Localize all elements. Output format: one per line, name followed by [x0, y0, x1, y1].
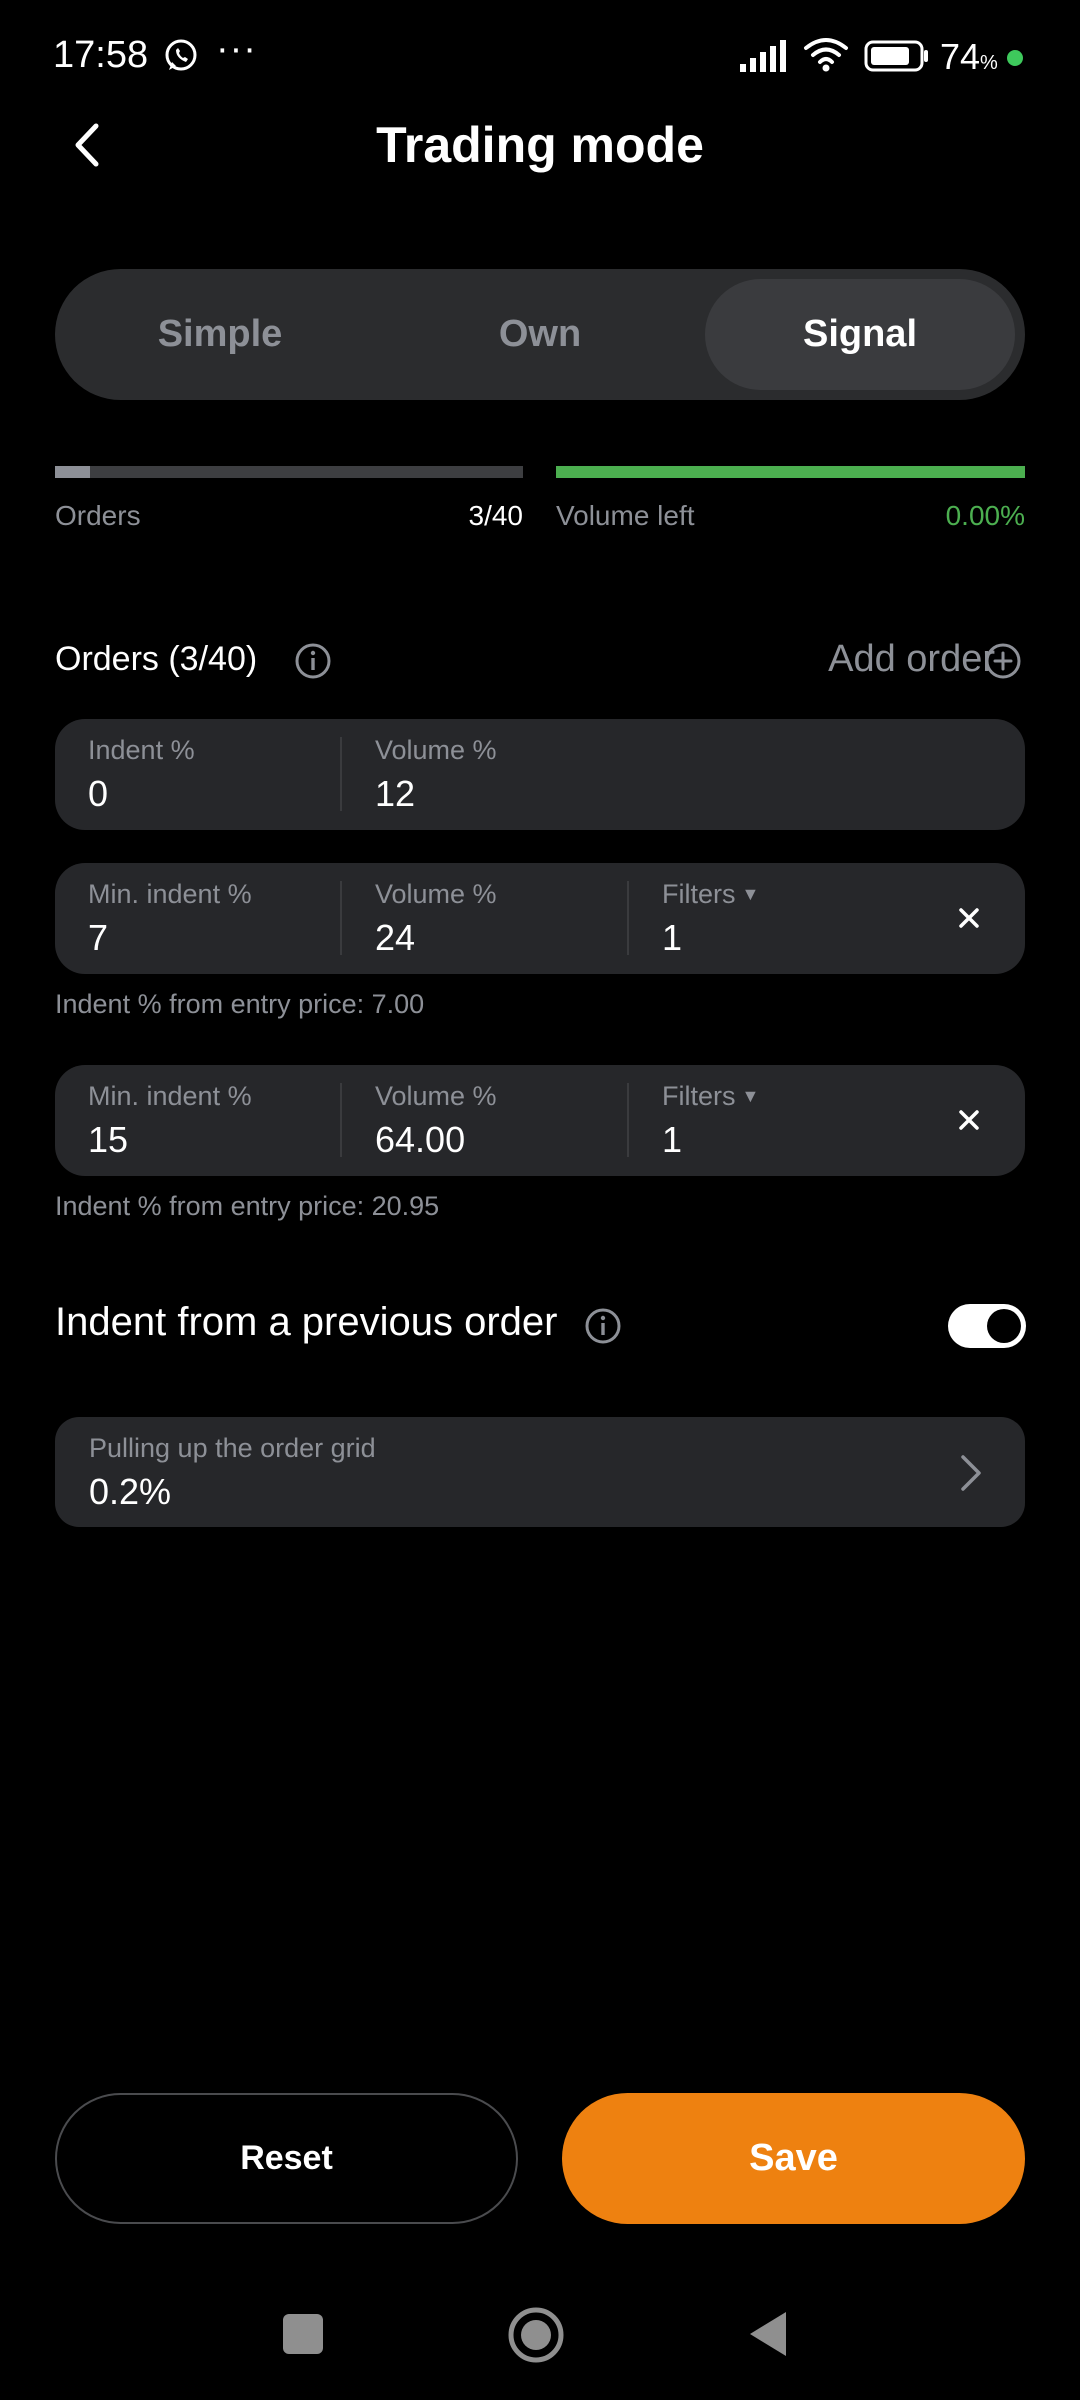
close-icon[interactable]	[955, 904, 983, 932]
info-icon[interactable]	[584, 1307, 622, 1345]
signal-icon	[740, 40, 786, 72]
trading-mode-tabs: Simple Own Signal	[55, 269, 1025, 400]
field-value: 64.00	[375, 1119, 466, 1160]
chevron-right-icon	[961, 1455, 981, 1491]
field-divider	[340, 881, 342, 955]
indent-hint: Indent % from entry price: 20.95	[55, 1191, 440, 1221]
field-label: Indent %	[88, 735, 195, 765]
field-label: Filters ▼	[662, 1081, 760, 1111]
orders-progress-bar	[55, 466, 523, 478]
indent-field[interactable]: Indent % 0	[88, 719, 338, 830]
back-nav-button[interactable]	[748, 2310, 788, 2358]
orders-progress-value: 3/40	[468, 500, 524, 531]
field-divider	[627, 1083, 629, 1157]
plus-circle-icon[interactable]	[984, 642, 1022, 680]
pull-order-grid-row[interactable]: Pulling up the order grid 0.2%	[55, 1417, 1025, 1527]
info-icon[interactable]	[294, 642, 332, 680]
reset-button[interactable]: Reset	[55, 2093, 518, 2224]
indent-previous-order-toggle[interactable]	[948, 1304, 1026, 1348]
privacy-indicator-dot	[1007, 50, 1023, 66]
field-label: Volume %	[375, 879, 497, 909]
filters-dropdown[interactable]: Filters ▼ 1	[662, 1065, 882, 1176]
field-divider	[340, 737, 342, 811]
field-value: 12	[375, 773, 416, 814]
battery-percentage: 74%	[940, 36, 998, 77]
volume-field[interactable]: Volume % 12	[375, 719, 625, 830]
status-bar: 17:58 ··· 74%	[0, 0, 1080, 110]
tab-signal[interactable]: Signal	[705, 279, 1015, 390]
min-indent-field[interactable]: Min. indent % 7	[88, 863, 338, 974]
field-label: Min. indent %	[88, 1081, 252, 1111]
battery-icon	[864, 40, 928, 72]
field-value: 1	[662, 1119, 683, 1160]
volume-progress-fill	[556, 466, 1025, 478]
field-value: 15	[88, 1119, 129, 1160]
field-label: Filters ▼	[662, 879, 760, 909]
volume-progress-bar	[556, 466, 1025, 478]
field-label: Volume %	[375, 735, 497, 765]
filters-dropdown[interactable]: Filters ▼ 1	[662, 863, 882, 974]
add-order-label: Add order	[828, 638, 995, 680]
volume-progress-value: 0.00%	[945, 500, 1025, 531]
field-value: 1	[662, 917, 683, 958]
volume-field[interactable]: Volume % 24	[375, 863, 625, 974]
order-card: Min. indent % 15 Volume % 64.00 Filters ▼…	[55, 1065, 1025, 1176]
field-value: 0	[88, 773, 109, 814]
recent-apps-button[interactable]	[283, 2314, 323, 2354]
field-divider	[627, 881, 629, 955]
pull-grid-value: 0.2%	[89, 1471, 172, 1512]
orders-progress-label: Orders	[55, 500, 141, 531]
tab-own[interactable]: Own	[385, 279, 695, 390]
pull-grid-label: Pulling up the order grid	[89, 1433, 376, 1463]
orders-progress-fill	[55, 466, 91, 478]
caret-down-icon: ▼	[741, 884, 760, 904]
order-card: Indent % 0 Volume % 12	[55, 719, 1025, 830]
field-value: 24	[375, 917, 416, 958]
indent-previous-order-label: Indent from a previous order	[55, 1300, 558, 1344]
more-notifications-icon: ···	[216, 28, 257, 70]
volume-field[interactable]: Volume % 64.00	[375, 1065, 625, 1176]
page-title: Trading mode	[376, 117, 704, 173]
toggle-knob	[987, 1309, 1021, 1343]
field-label: Volume %	[375, 1081, 497, 1111]
order-card: Min. indent % 7 Volume % 24 Filters ▼ 1	[55, 863, 1025, 974]
caret-down-icon: ▼	[741, 1086, 760, 1106]
close-icon[interactable]	[955, 1106, 983, 1134]
field-divider	[340, 1083, 342, 1157]
home-button[interactable]	[508, 2307, 564, 2363]
tab-simple[interactable]: Simple	[65, 279, 375, 390]
volume-progress-label: Volume left	[556, 500, 695, 531]
field-label: Min. indent %	[88, 879, 252, 909]
field-value: 7	[88, 917, 109, 958]
add-order-button[interactable]: Add order	[828, 638, 995, 681]
status-time: 17:58	[53, 34, 149, 76]
save-button[interactable]: Save	[562, 2093, 1025, 2224]
orders-section-title: Orders (3/40)	[55, 640, 258, 678]
min-indent-field[interactable]: Min. indent % 15	[88, 1065, 338, 1176]
whatsapp-icon	[165, 39, 197, 71]
wifi-icon	[804, 38, 848, 72]
indent-hint: Indent % from entry price: 7.00	[55, 989, 425, 1019]
